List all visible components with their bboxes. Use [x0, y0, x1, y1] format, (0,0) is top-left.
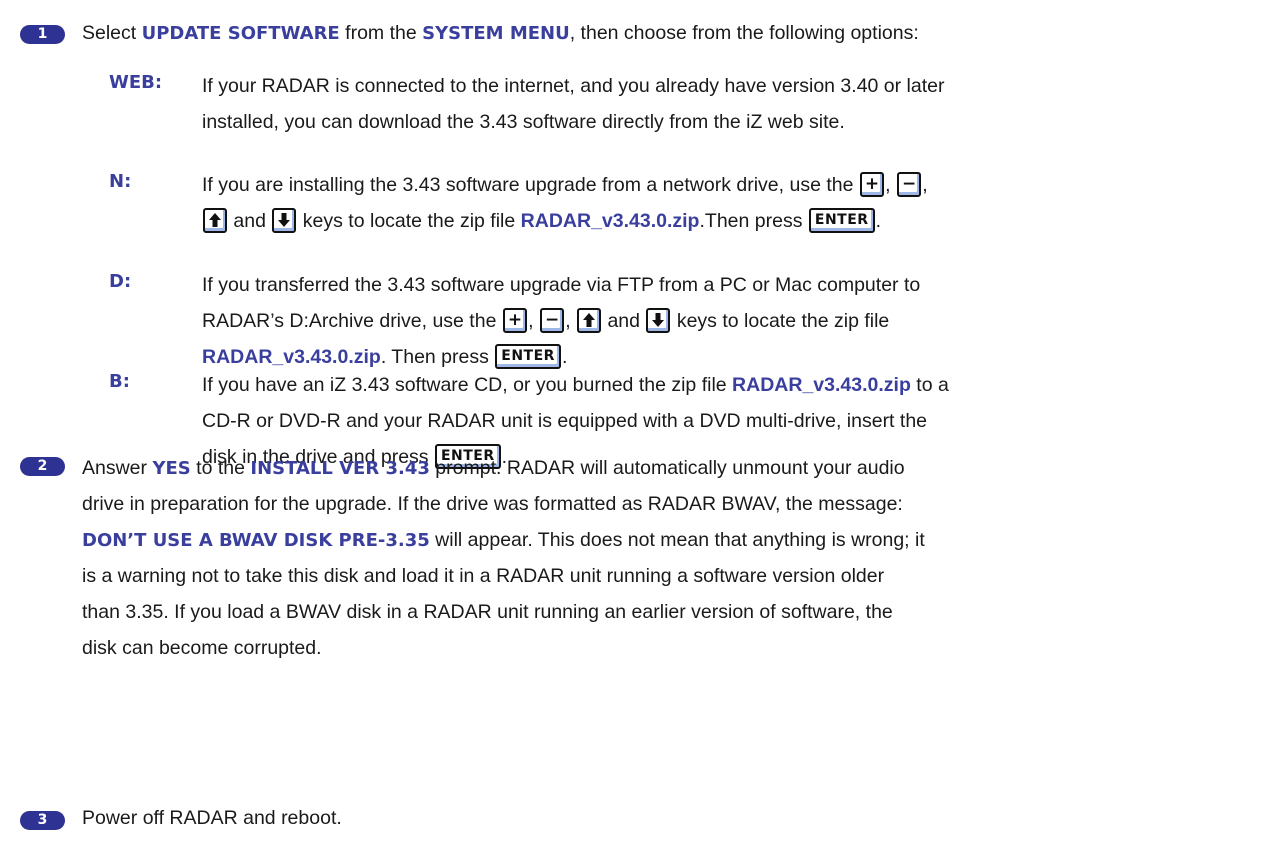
bwav-warning-message: DON’T USE A BWAV DISK PRE-3.35 [82, 530, 430, 551]
comma: , [528, 310, 534, 332]
option-text: to a [910, 374, 949, 396]
step-line: disk can become corrupted. [82, 637, 322, 659]
option-line: RADAR’s D:Archive drive, use the +, −, a… [202, 303, 1262, 339]
option-line: and keys to locate the zip file RADAR_v3… [202, 203, 1262, 239]
option-line: If your RADAR is connected to the intern… [202, 75, 945, 97]
comma: , [922, 174, 928, 196]
step-text: Select [82, 22, 142, 44]
option-d-text: If you transferred the 3.43 software upg… [202, 267, 1262, 375]
option-text: RADAR’s D:Archive drive, use the [202, 310, 502, 332]
option-text: keys to locate the zip file [297, 210, 521, 232]
option-line: CD-R or DVD-R and your RADAR unit is equ… [202, 410, 928, 432]
prompt-install-version: INSTALL VER 3.43 [250, 458, 430, 479]
option-text: . Then press [380, 346, 495, 368]
minus-key: − [539, 307, 565, 333]
step-text: will appear. This does not mean that any… [429, 529, 925, 551]
option-n-text: If you are installing the 3.43 software … [202, 167, 1262, 239]
comma: , [885, 174, 891, 196]
enter-key: ENTER [495, 343, 561, 369]
option-text: and [228, 210, 272, 232]
arrow-up-icon [577, 307, 602, 333]
step-line: than 3.35. If you load a BWAV disk in a … [82, 601, 893, 623]
instruction-page: 1 Select UPDATE SOFTWARE from the SYSTEM… [0, 0, 1271, 848]
arrow-down-icon [646, 307, 671, 333]
arrow-up-icon [203, 207, 227, 233]
zip-filename: RADAR_v3.43.0.zip [202, 346, 381, 368]
option-label-d: D: [109, 271, 132, 292]
option-text: If you have an iZ 3.43 software CD, or y… [202, 374, 733, 396]
step-text: to the [190, 457, 251, 479]
menu-system: SYSTEM MENU [422, 23, 570, 44]
step-number-badge: 1 [20, 25, 65, 44]
option-line: If you are installing the 3.43 software … [202, 167, 1262, 203]
step-number-badge: 3 [20, 811, 65, 830]
step-text: , then choose from the following options… [569, 22, 919, 44]
plus-key: + [859, 171, 885, 197]
step-text: prompt. RADAR will automatically unmount… [429, 457, 905, 479]
period: . [561, 346, 568, 368]
option-label-n: N: [109, 171, 132, 192]
minus-key: − [896, 171, 922, 197]
option-web-text: If your RADAR is connected to the intern… [202, 68, 1262, 140]
plus-key: + [502, 307, 528, 333]
option-line: If you have an iZ 3.43 software CD, or y… [202, 367, 1262, 403]
comma: , [565, 310, 571, 332]
arrow-down-icon [272, 207, 297, 233]
option-line: installed, you can download the 3.43 sof… [202, 111, 845, 133]
option-text: If you are installing the 3.43 software … [202, 174, 859, 196]
menu-item-update-software: UPDATE SOFTWARE [141, 23, 340, 44]
period: . [875, 210, 881, 232]
step-text: Answer [82, 457, 153, 479]
enter-key: ENTER [808, 207, 875, 233]
step-line: drive in preparation for the upgrade. If… [82, 493, 903, 515]
step-1-text: Select UPDATE SOFTWARE from the SYSTEM M… [82, 18, 1257, 49]
step-2-text: Answer YES to the INSTALL VER 3.43 promp… [82, 450, 1257, 666]
step-line: Answer YES to the INSTALL VER 3.43 promp… [82, 450, 1257, 486]
zip-filename: RADAR_v3.43.0.zip [732, 374, 911, 396]
option-label-b: B: [109, 371, 130, 392]
zip-filename: RADAR_v3.43.0.zip [520, 210, 700, 232]
step-text: from the [339, 22, 423, 44]
step-line: is a warning not to take this disk and l… [82, 565, 885, 587]
step-number-badge: 2 [20, 457, 65, 476]
option-text: keys to locate the zip file [671, 310, 890, 332]
option-text: .Then press [699, 210, 808, 232]
option-label-web: WEB: [109, 72, 163, 93]
step-line: DON’T USE A BWAV DISK PRE-3.35 will appe… [82, 522, 1257, 558]
step-3-text: Power off RADAR and reboot. [82, 807, 342, 829]
option-line: If you transferred the 3.43 software upg… [202, 274, 921, 296]
prompt-answer-yes: YES [152, 458, 191, 479]
option-text: and [602, 310, 646, 332]
